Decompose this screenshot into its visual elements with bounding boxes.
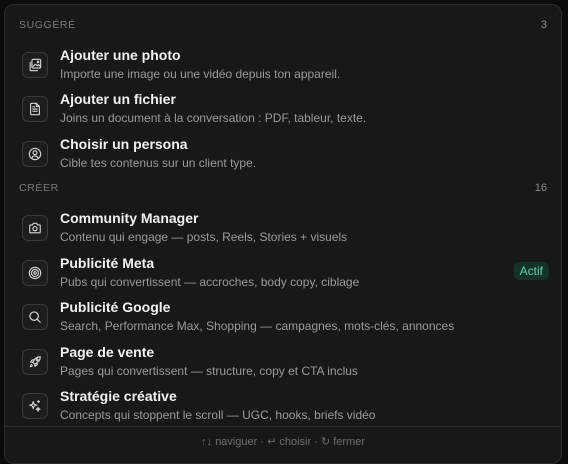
camera-icon [22,215,48,241]
section-title: CRÉER [19,182,59,194]
arrows-icon: ↑↓ [201,436,212,448]
item-description: Importe une image ou une vidéo depuis to… [60,67,341,81]
status-badge: Actif [513,262,549,280]
section-count: 3 [540,19,547,31]
user-circle-icon [22,141,48,167]
item-description: Concepts qui stoppent le scroll — UGC, h… [60,408,376,422]
menu-item-sales-page[interactable]: Page de vente Pages qui convertissent — … [13,344,553,384]
escape-icon: ↻ [320,436,331,448]
item-description: Cible tes contenus sur un client type. [60,156,257,170]
file-text-icon [22,96,48,122]
section-header-create: CRÉER 16 [19,181,547,195]
image-plus-icon [22,52,48,78]
item-title: Publicité Google [60,299,171,315]
section-title: SUGGÉRÉ [19,19,76,31]
item-title: Choisir un persona [60,136,188,152]
keyboard-hints: ↑↓ naviguer · ↵ choisir · ↻ fermer [5,435,561,448]
item-title: Ajouter un fichier [60,91,176,107]
hint-separator: · [260,436,264,448]
hint-close: fermer [333,436,365,448]
menu-item-add-file[interactable]: Ajouter un fichier Joins un document à l… [13,91,553,131]
hint-choose: choisir [279,436,312,448]
command-palette: SUGGÉRÉ 3 Ajouter une photo Importe une … [4,4,562,464]
section-header-suggested: SUGGÉRÉ 3 [19,18,547,32]
item-description: Joins un document à la conversation : PD… [60,111,367,125]
target-icon [22,260,48,286]
item-title: Page de vente [60,344,155,360]
section-count: 16 [534,182,547,194]
menu-item-add-photo[interactable]: Ajouter une photo Importe une image ou u… [13,47,553,87]
item-title: Stratégie créative [60,388,177,404]
enter-icon: ↵ [267,436,277,448]
hint-navigate: naviguer [215,436,258,448]
hint-separator: · [314,436,318,448]
item-title: Community Manager [60,210,199,226]
sparkles-icon [22,393,48,419]
menu-item-choose-persona[interactable]: Choisir un persona Cible tes contenus su… [13,136,553,176]
rocket-icon [22,349,48,375]
item-description: Search, Performance Max, Shopping — camp… [60,319,455,333]
menu-item-google-ads[interactable]: Publicité Google Search, Performance Max… [13,299,553,339]
item-description: Pubs qui convertissent — accroches, body… [60,275,360,289]
menu-item-meta-ads[interactable]: Publicité Meta Pubs qui convertissent — … [13,255,553,295]
menu-item-community-manager[interactable]: Community Manager Contenu qui engage — p… [13,210,553,250]
item-description: Pages qui convertissent — structure, cop… [60,364,358,378]
menu-item-creative-strategy[interactable]: Stratégie créative Concepts qui stoppent… [13,388,553,428]
item-title: Publicité Meta [60,255,155,271]
item-description: Contenu qui engage — posts, Reels, Stori… [60,230,348,244]
search-icon [22,304,48,330]
footer-divider [5,426,561,427]
item-title: Ajouter une photo [60,47,181,63]
